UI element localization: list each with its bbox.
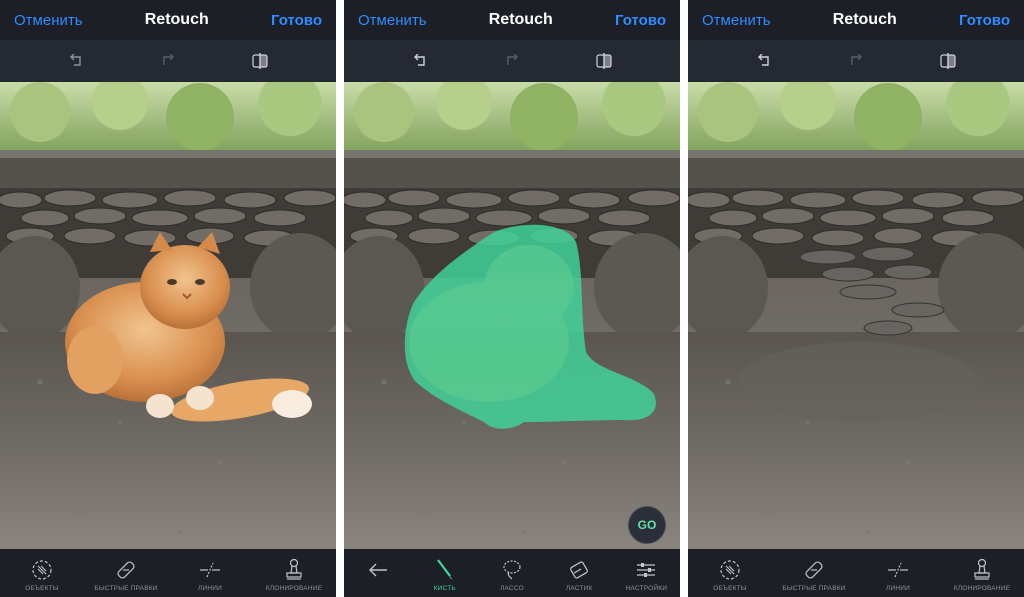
tool-clone[interactable]: КЛОНИРОВАНИЕ [942, 555, 1022, 592]
tool-label: ЛИНИИ [198, 585, 222, 592]
back-arrow-icon [367, 555, 389, 585]
clone-stamp-icon [972, 555, 992, 585]
tool-bar: ОБЪЕКТЫ БЫСТРЫЕ ПРАВКИ ЛИНИИ КЛОНИРОВАНИ… [688, 549, 1024, 597]
screen-original: Отменить Retouch Готово ОБЪЕКТЫ БЫСТРЫЕ … [0, 0, 336, 597]
tool-quick-fix[interactable]: БЫСТРЫЕ ПРАВКИ [774, 555, 854, 592]
cancel-button[interactable]: Отменить [702, 12, 771, 29]
clone-stamp-icon [284, 555, 304, 585]
undo-icon[interactable] [754, 51, 774, 71]
cancel-button[interactable]: Отменить [358, 12, 427, 29]
tool-label: КИСТЬ [433, 585, 456, 592]
tool-lines[interactable]: ЛИНИИ [858, 555, 938, 592]
edit-toolbar [0, 40, 336, 82]
redo-icon[interactable] [846, 51, 866, 71]
edit-toolbar [688, 40, 1024, 82]
compare-icon[interactable] [250, 51, 270, 71]
nav-bar: Отменить Retouch Готово [344, 0, 680, 40]
redo-icon[interactable] [158, 51, 178, 71]
tool-label: ЛАСТИК [565, 585, 593, 592]
screen-selection: Отменить Retouch Готово GO КИСТЬ ЛАССО Л… [344, 0, 680, 597]
nav-bar: Отменить Retouch Готово [0, 0, 336, 40]
tool-label: ОБЪЕКТЫ [25, 585, 59, 592]
tool-settings[interactable]: НАСТРОЙКИ [613, 555, 679, 592]
tool-label: БЫСТРЫЕ ПРАВКИ [94, 585, 158, 592]
cancel-button[interactable]: Отменить [14, 12, 83, 29]
photo-canvas[interactable] [688, 82, 1024, 549]
lines-icon [886, 555, 910, 585]
undo-icon[interactable] [66, 51, 86, 71]
settings-sliders-icon [635, 555, 657, 585]
done-button[interactable]: Готово [959, 12, 1010, 29]
screen-title: Retouch [488, 11, 553, 28]
redo-icon[interactable] [502, 51, 522, 71]
brush-icon [434, 555, 456, 585]
objects-icon [719, 555, 741, 585]
tool-objects[interactable]: ОБЪЕКТЫ [2, 555, 82, 592]
screen-title: Retouch [832, 11, 897, 28]
tool-label: БЫСТРЫЕ ПРАВКИ [782, 585, 846, 592]
nav-bar: Отменить Retouch Готово [688, 0, 1024, 40]
quick-fix-icon [802, 555, 826, 585]
eraser-icon [568, 555, 590, 585]
tool-label: КЛОНИРОВАНИЕ [953, 585, 1011, 592]
photo-canvas[interactable] [344, 82, 680, 549]
screen-removed: Отменить Retouch Готово ОБЪЕКТЫ БЫСТРЫЕ … [688, 0, 1024, 597]
screen-title: Retouch [144, 11, 209, 28]
tool-bar: ОБЪЕКТЫ БЫСТРЫЕ ПРАВКИ ЛИНИИ КЛОНИРОВАНИ… [0, 549, 336, 597]
undo-icon[interactable] [410, 51, 430, 71]
quick-fix-icon [114, 555, 138, 585]
tool-label: ОБЪЕКТЫ [713, 585, 747, 592]
tool-quick-fix[interactable]: БЫСТРЫЕ ПРАВКИ [86, 555, 166, 592]
tool-eraser[interactable]: ЛАСТИК [546, 555, 612, 592]
done-button[interactable]: Готово [271, 12, 322, 29]
lasso-icon [501, 555, 523, 585]
compare-icon[interactable] [594, 51, 614, 71]
tool-bar: КИСТЬ ЛАССО ЛАСТИК НАСТРОЙКИ [344, 549, 680, 597]
tool-label: КЛОНИРОВАНИЕ [265, 585, 323, 592]
tool-lines[interactable]: ЛИНИИ [170, 555, 250, 592]
tool-label: ЛИНИИ [886, 585, 910, 592]
edit-toolbar [344, 40, 680, 82]
done-button[interactable]: Готово [615, 12, 666, 29]
tool-label: ЛАССО [500, 585, 524, 592]
tool-lasso[interactable]: ЛАССО [479, 555, 545, 592]
tool-label: НАСТРОЙКИ [625, 585, 668, 592]
lines-icon [198, 555, 222, 585]
tool-objects[interactable]: ОБЪЕКТЫ [690, 555, 770, 592]
compare-icon[interactable] [938, 51, 958, 71]
go-button[interactable]: GO [628, 506, 666, 544]
tool-brush[interactable]: КИСТЬ [412, 555, 478, 592]
tool-clone[interactable]: КЛОНИРОВАНИЕ [254, 555, 334, 592]
objects-icon [31, 555, 53, 585]
tool-back[interactable] [345, 555, 411, 585]
photo-canvas[interactable] [0, 82, 336, 549]
